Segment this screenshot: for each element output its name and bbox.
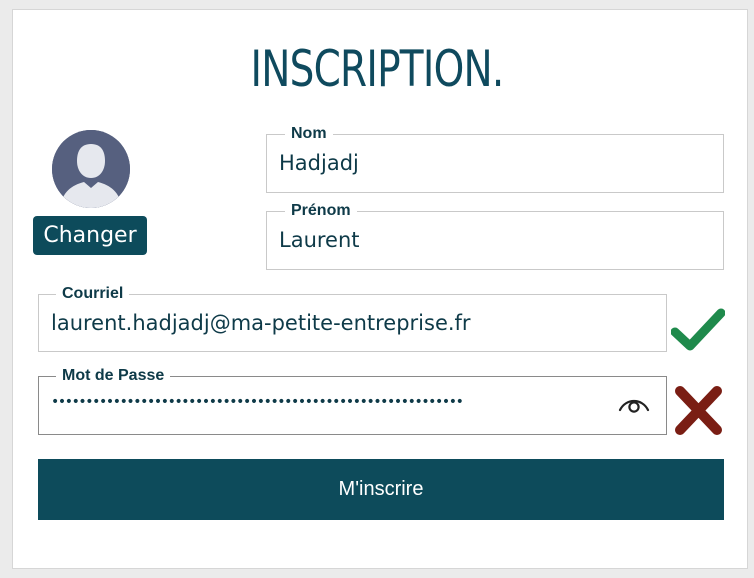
eye-icon[interactable] <box>618 393 650 417</box>
courriel-label: Courriel <box>56 285 130 303</box>
register-button[interactable]: M'inscrire <box>38 459 724 520</box>
cross-icon <box>675 386 722 435</box>
prenom-field: Prénom <box>266 202 724 270</box>
user-silhouette-icon <box>52 130 130 208</box>
check-icon <box>671 308 725 351</box>
courriel-field: Courriel <box>38 285 667 352</box>
nom-label: Nom <box>285 125 333 143</box>
prenom-label: Prénom <box>285 202 357 220</box>
avatar <box>52 130 130 208</box>
password-input[interactable] <box>51 394 606 410</box>
nom-input[interactable] <box>279 151 711 175</box>
change-avatar-button[interactable]: Changer <box>33 216 147 255</box>
page-title: INSCRIPTION. <box>250 40 504 98</box>
password-label: Mot de Passe <box>56 367 171 385</box>
password-field: Mot de Passe <box>38 367 667 435</box>
nom-field: Nom <box>266 125 724 193</box>
courriel-input[interactable] <box>51 311 654 335</box>
prenom-input[interactable] <box>279 228 711 252</box>
